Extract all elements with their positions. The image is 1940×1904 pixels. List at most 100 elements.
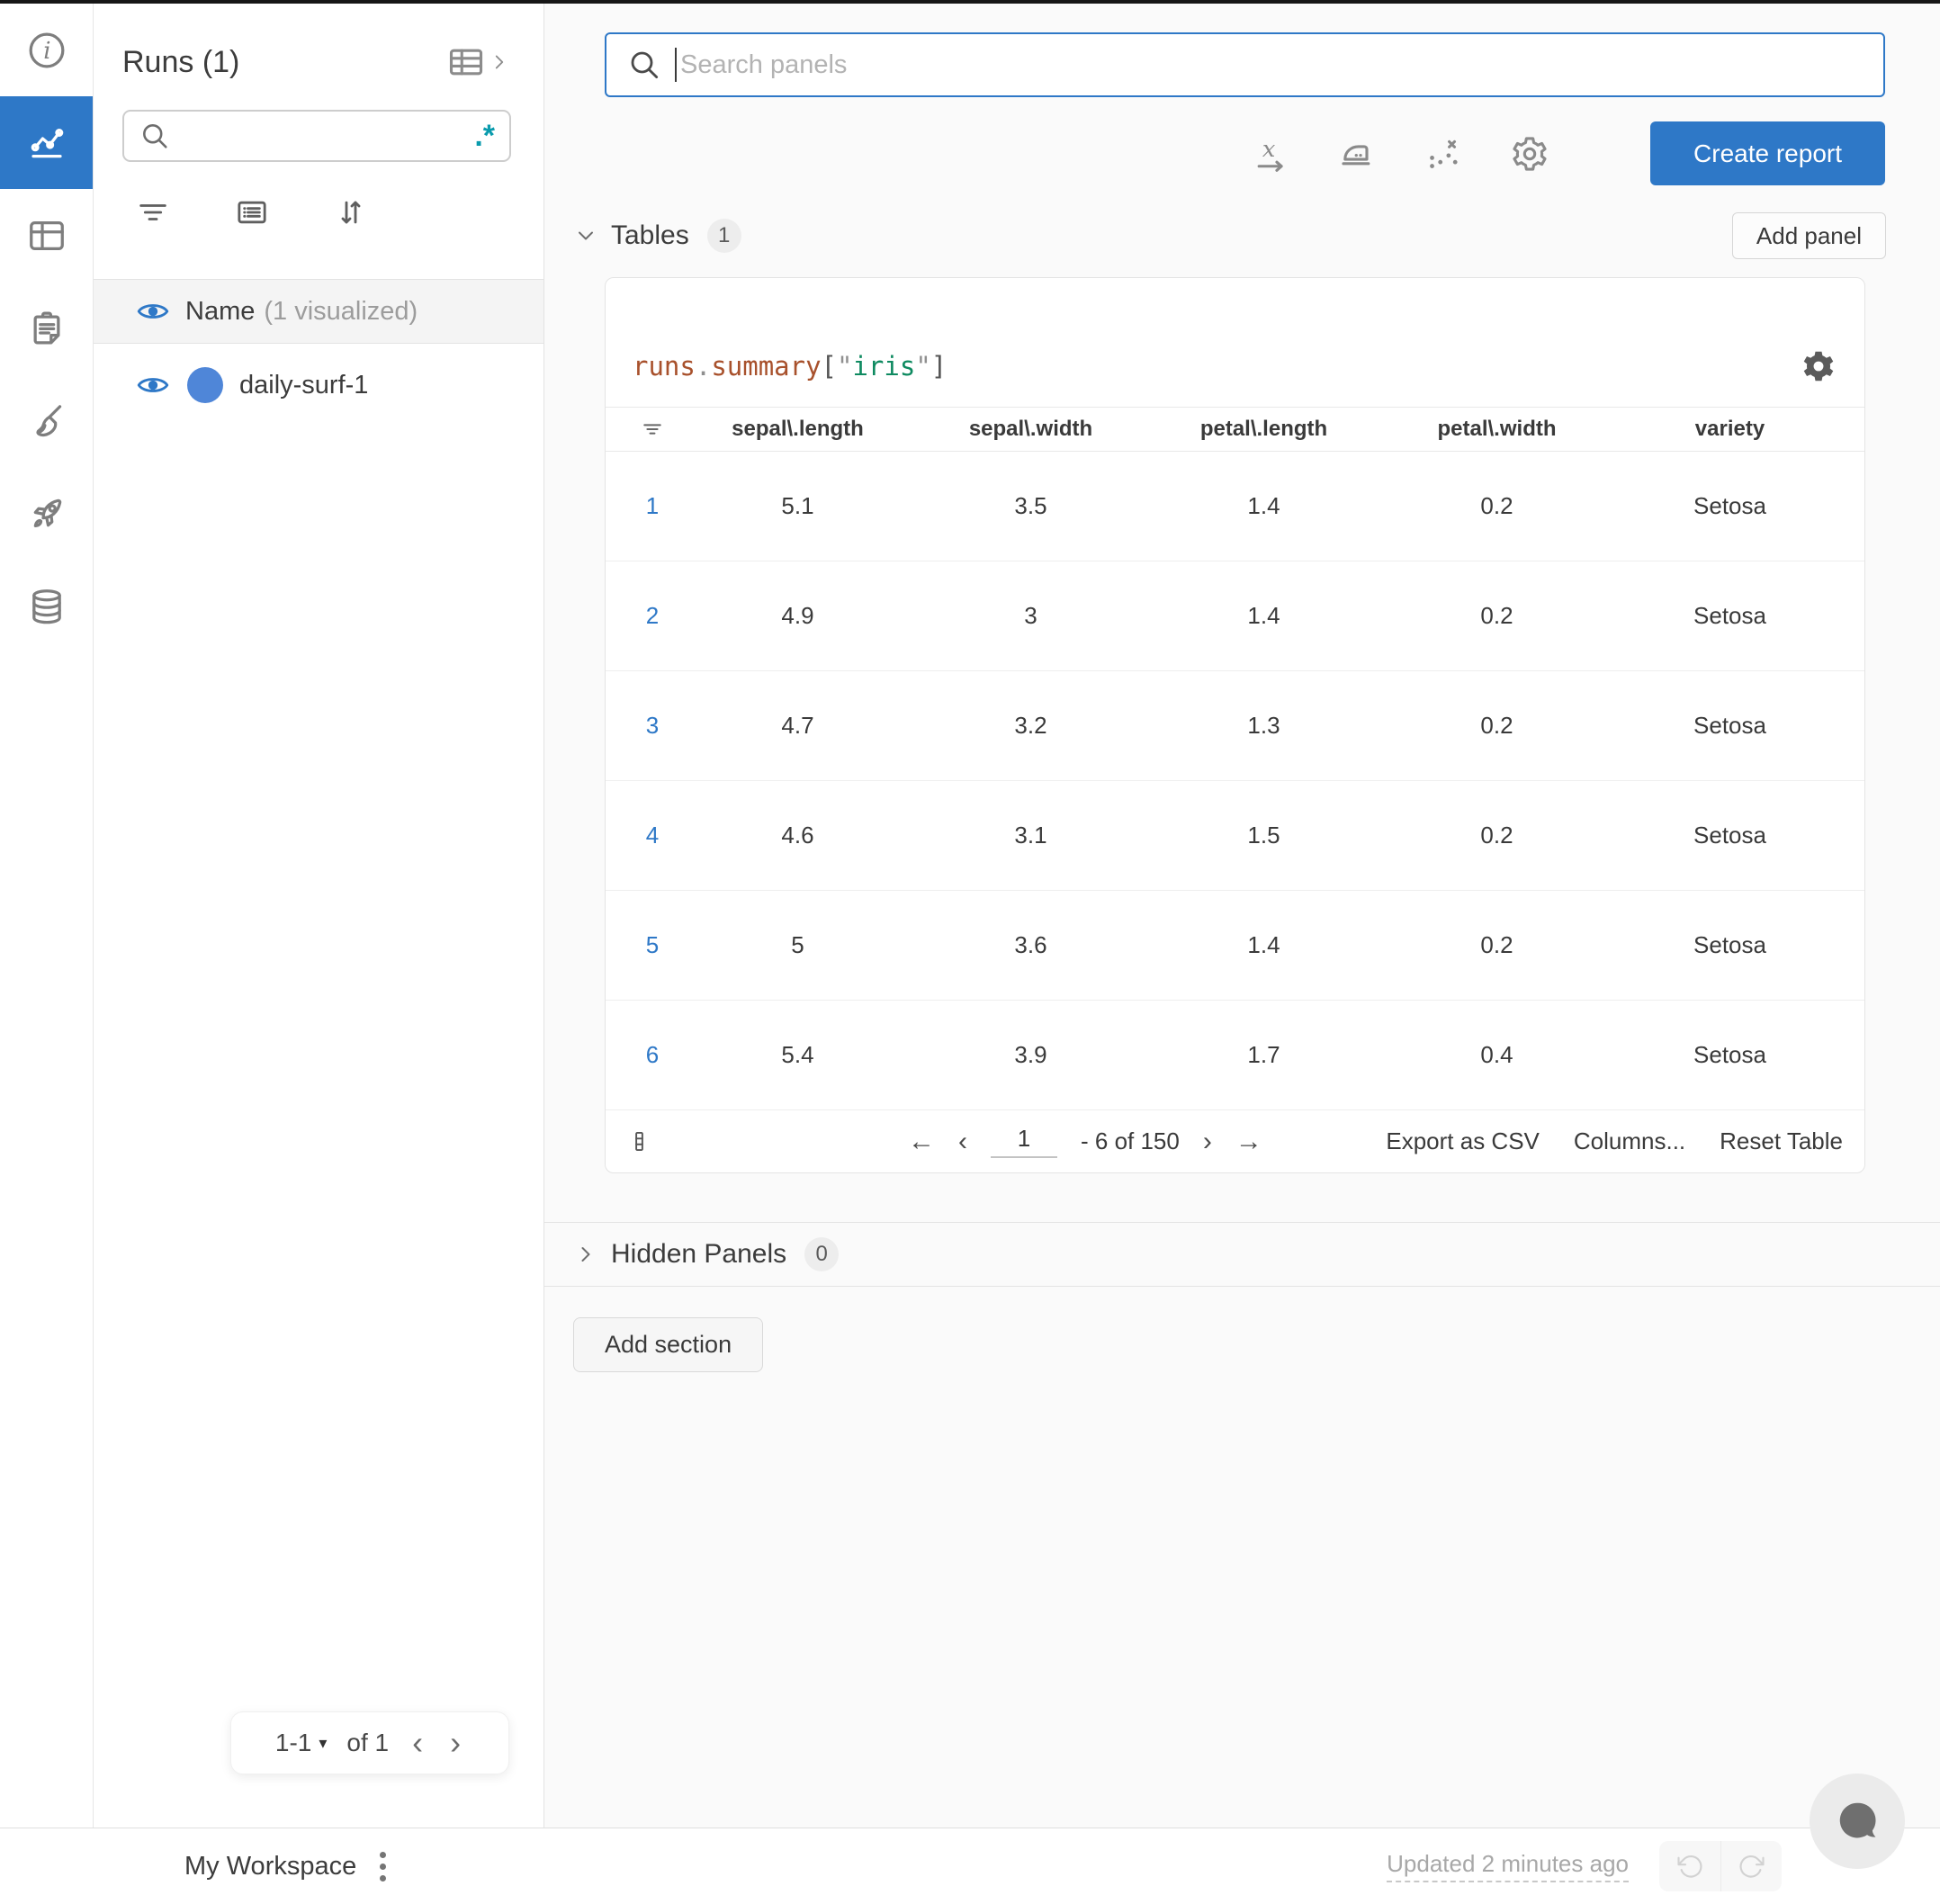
panels-nav-item[interactable] — [0, 189, 93, 282]
hidden-panels-toggle[interactable] — [573, 1242, 598, 1267]
add-panel-button[interactable]: Add panel — [1731, 212, 1886, 259]
runs-page-range: 1-1 — [274, 1729, 312, 1756]
visualized-count-label: (1 visualized) — [264, 296, 418, 326]
create-report-button[interactable]: Create report — [1650, 121, 1885, 185]
runs-search-input[interactable]: .* — [122, 110, 511, 162]
table-row: 4 4.6 3.1 1.5 0.2 Setosa — [606, 781, 1864, 891]
hidden-panels-section-header: Hidden Panels 0 — [544, 1222, 1940, 1287]
sweep-broom-icon — [35, 404, 61, 436]
outliers-button[interactable] — [1424, 134, 1463, 174]
table-row: 1 5.1 3.5 1.4 0.2 Setosa — [606, 452, 1864, 561]
row-index-link[interactable]: 5 — [624, 931, 681, 959]
reset-table-button[interactable]: Reset Table — [1720, 1127, 1843, 1155]
sweeps-nav-item[interactable] — [0, 374, 93, 467]
notes-nav-item[interactable] — [0, 282, 93, 374]
export-csv-button[interactable]: Export as CSV — [1386, 1127, 1540, 1155]
page-number-input[interactable]: 1 — [991, 1125, 1057, 1158]
column-header[interactable]: sepal\.length — [681, 417, 914, 442]
code-token: runs — [633, 351, 696, 382]
table-row: 3 4.7 3.2 1.3 0.2 Setosa — [606, 671, 1864, 781]
hidden-panels-label[interactable]: Hidden Panels — [611, 1239, 786, 1270]
table-footer: ← ‹ 1 - 6 of 150 › → Export as CSV Colum… — [606, 1110, 1864, 1172]
code-token: summary — [711, 351, 822, 382]
regex-toggle[interactable]: .* — [474, 121, 495, 151]
info-icon: i — [29, 32, 64, 67]
table-body: 1 5.1 3.5 1.4 0.2 Setosa 2 4.9 3 1.4 0.2 Setosa 3 4.7… — [606, 452, 1864, 1110]
search-icon — [143, 124, 167, 148]
prev-page-button[interactable]: ‹ — [958, 1127, 967, 1155]
filter-button[interactable] — [135, 194, 171, 230]
row-index-link[interactable]: 6 — [624, 1041, 681, 1069]
first-page-button[interactable]: ← — [908, 1127, 935, 1155]
smoothing-button[interactable] — [1337, 134, 1377, 174]
runs-next-page-button[interactable]: › — [446, 1727, 464, 1759]
code-token: iris — [852, 351, 916, 382]
last-page-button[interactable]: → — [1235, 1127, 1262, 1155]
workspace-settings-button[interactable] — [1510, 134, 1549, 174]
x-axis-settings-button[interactable]: x — [1251, 134, 1290, 174]
table-cell: Setosa — [1693, 602, 1766, 629]
redo-button[interactable] — [1720, 1841, 1782, 1891]
row-index-link[interactable]: 1 — [624, 492, 681, 520]
overview-nav-item[interactable]: i — [0, 4, 93, 96]
sort-button[interactable] — [333, 194, 369, 230]
workspace-title: My Workspace — [184, 1851, 357, 1881]
table-cell: 3.1 — [1014, 822, 1047, 849]
table-actions: Export as CSV Columns... Reset Table — [1386, 1127, 1843, 1155]
next-page-button[interactable]: › — [1203, 1127, 1212, 1155]
runs-toolbar — [135, 194, 543, 230]
table-cell: 4.6 — [781, 822, 814, 849]
column-header[interactable]: sepal\.width — [914, 417, 1147, 442]
outliers-scatter-icon — [1430, 139, 1458, 168]
chat-support-button[interactable] — [1810, 1774, 1905, 1869]
history-controls — [1659, 1841, 1782, 1891]
smoothing-iron-icon — [1342, 144, 1370, 165]
row-index-link[interactable]: 4 — [624, 822, 681, 849]
add-section-button[interactable]: Add section — [573, 1317, 764, 1372]
panel-title-expression: runs.summary["iris"] — [633, 354, 947, 380]
table-cell: 3.9 — [1014, 1041, 1047, 1068]
list-card-icon — [238, 201, 266, 224]
column-view-button[interactable] — [627, 1129, 651, 1154]
workspace-menu-button[interactable] — [380, 1851, 387, 1882]
group-button[interactable] — [234, 194, 270, 230]
runs-prev-page-button[interactable]: ‹ — [409, 1727, 427, 1759]
panel-header: runs.summary["iris"] — [606, 278, 1864, 407]
artifacts-nav-item[interactable] — [0, 560, 93, 652]
table-cell: 0.2 — [1480, 931, 1513, 958]
text-cursor — [675, 48, 677, 82]
columns-button[interactable]: Columns... — [1574, 1127, 1685, 1155]
run-name-link[interactable]: daily-surf-1 — [239, 371, 368, 400]
undo-button[interactable] — [1659, 1841, 1720, 1891]
visibility-eye-icon[interactable] — [135, 293, 171, 329]
table-cell: Setosa — [1693, 931, 1766, 958]
tables-collapse-toggle[interactable] — [573, 223, 598, 248]
database-icon — [31, 588, 61, 624]
panel-settings-button[interactable] — [1800, 347, 1837, 385]
run-row: daily-surf-1 — [94, 344, 543, 427]
notes-icon — [33, 311, 59, 345]
runs-page-range-dropdown[interactable]: 1-1 ▾ — [275, 1729, 328, 1757]
row-index-link[interactable]: 3 — [624, 712, 681, 740]
gear-icon — [1803, 351, 1834, 382]
run-color-dot — [187, 367, 223, 403]
table-row: 6 5.4 3.9 1.7 0.4 Setosa — [606, 1001, 1864, 1110]
workspace-main: Search panels x Create report Tables 1 A… — [544, 4, 1940, 1828]
charts-nav-item[interactable] — [0, 96, 93, 189]
panels-search-input[interactable]: Search panels — [605, 32, 1885, 97]
table-cell: 5 — [791, 931, 804, 958]
runs-page-total: of 1 — [346, 1729, 390, 1756]
kebab-dot — [380, 1863, 387, 1870]
launch-nav-item[interactable] — [0, 467, 93, 560]
filter-icon — [643, 424, 661, 435]
row-index-link[interactable]: 2 — [624, 602, 681, 630]
runs-table-expand-button[interactable] — [446, 42, 511, 82]
table-filter-button[interactable] — [624, 417, 681, 442]
run-visibility-eye-icon[interactable] — [135, 367, 171, 403]
filter-icon — [139, 204, 166, 220]
column-header[interactable]: petal\.length — [1147, 417, 1380, 442]
column-header[interactable]: variety — [1613, 417, 1846, 442]
table-cell: 3.5 — [1014, 492, 1047, 519]
column-header[interactable]: petal\.width — [1380, 417, 1613, 442]
table-cell: Setosa — [1693, 492, 1766, 519]
